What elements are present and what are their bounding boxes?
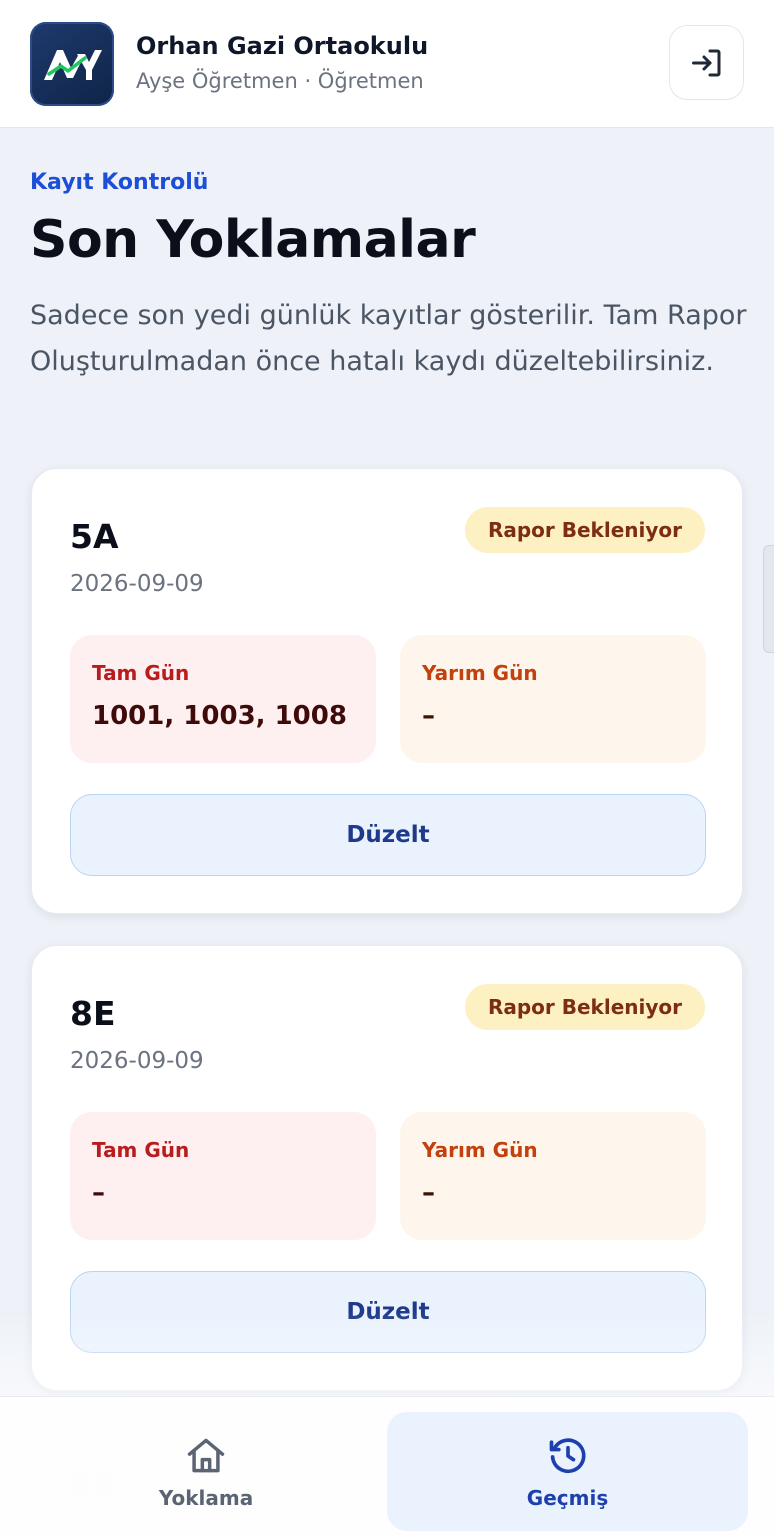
half-day-value: – <box>422 1178 435 1208</box>
status-badge: Rapor Bekleniyor <box>464 984 705 1030</box>
full-day-label: Tam Gün <box>92 661 190 685</box>
full-day-label: Tam Gün <box>92 1138 190 1162</box>
edit-button[interactable]: Düzelt <box>70 794 706 876</box>
half-day-label: Yarım Gün <box>422 1138 538 1162</box>
bottom-nav: Yoklama Geçmiş <box>0 1396 774 1536</box>
class-name: 5A <box>70 517 119 556</box>
school-logo <box>30 22 114 106</box>
attendance-card: 5A 2026-09-09 Rapor Bekleniyor Tam Gün 1… <box>31 468 743 914</box>
half-day-value: – <box>422 701 435 731</box>
record-date: 2026-09-09 <box>70 571 204 597</box>
nav-item-gecmis[interactable]: Geçmiş <box>387 1412 748 1531</box>
page-description: Sadece son yedi günlük kayıtlar gösteril… <box>30 300 747 377</box>
section-eyebrow: Kayıt Kontrolü <box>30 170 209 195</box>
history-icon <box>549 1437 586 1473</box>
app-header: Orhan Gazi Ortaokulu Ayşe Öğretmen · Öğr… <box>0 0 774 128</box>
scroll-handle[interactable] <box>763 545 774 653</box>
user-info: Ayşe Öğretmen · Öğretmen <box>136 69 424 93</box>
status-badge: Rapor Bekleniyor <box>464 507 705 553</box>
full-day-value: 1001, 1003, 1008 <box>92 701 347 731</box>
class-name: 8E <box>70 994 116 1033</box>
half-day-label: Yarım Gün <box>422 661 538 685</box>
half-day-box: Yarım Gün – <box>400 635 706 763</box>
full-day-box: Tam Gün 1001, 1003, 1008 <box>70 635 376 763</box>
attendance-card: 8E 2026-09-09 Rapor Bekleniyor Tam Gün –… <box>31 945 743 1391</box>
half-day-box: Yarım Gün – <box>400 1112 706 1240</box>
nav-label: Yoklama <box>158 1485 254 1510</box>
edit-button[interactable]: Düzelt <box>70 1271 706 1353</box>
logout-button[interactable] <box>669 25 744 100</box>
nav-label: Geçmiş <box>526 1485 609 1510</box>
page-title: Son Yoklamalar <box>30 210 476 270</box>
school-logo-icon <box>44 50 102 80</box>
nav-item-yoklama[interactable]: Yoklama <box>25 1412 387 1531</box>
full-day-box: Tam Gün – <box>70 1112 376 1240</box>
full-day-value: – <box>92 1178 105 1208</box>
school-name: Orhan Gazi Ortaokulu <box>136 32 429 60</box>
record-date: 2026-09-09 <box>70 1048 204 1074</box>
logout-icon <box>691 49 720 76</box>
home-icon <box>187 1438 225 1472</box>
